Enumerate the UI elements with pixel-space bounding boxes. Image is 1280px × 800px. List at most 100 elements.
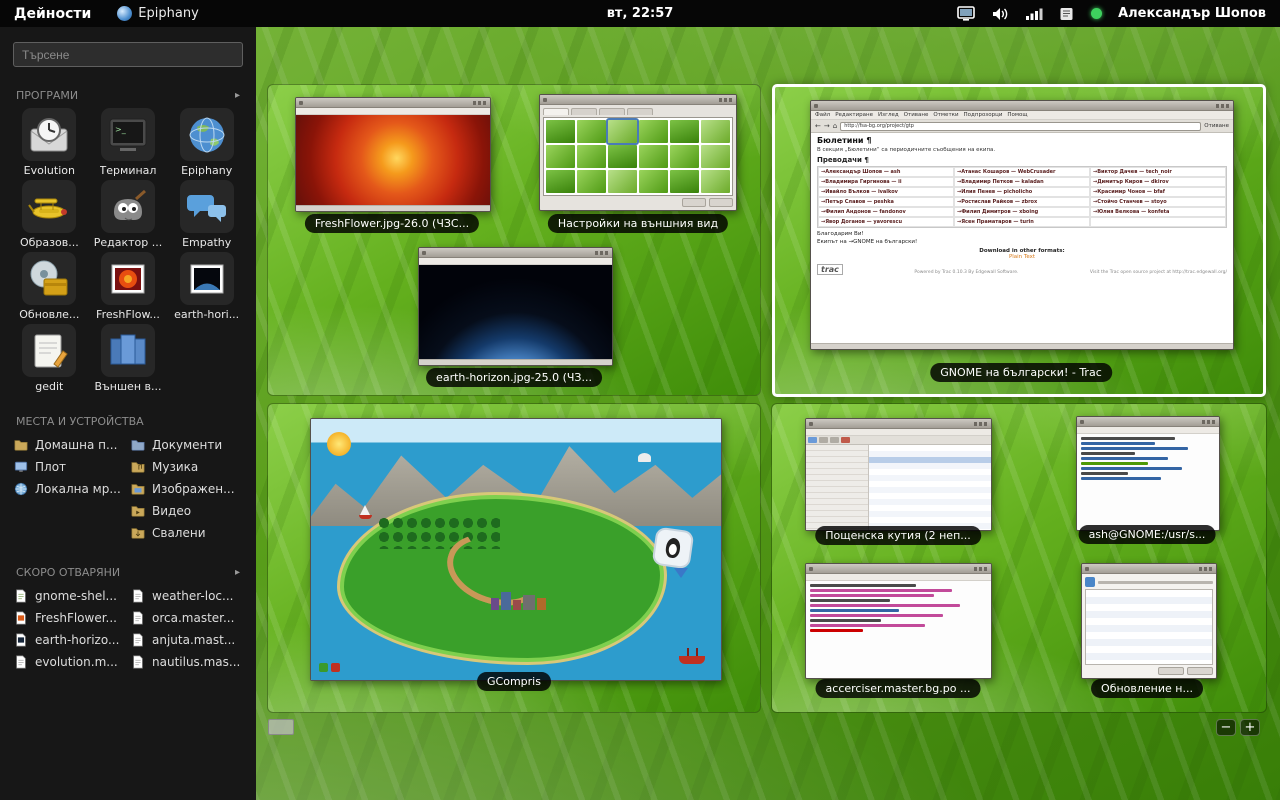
window-caption[interactable]: accerciser.master.bg.po ... <box>816 679 981 698</box>
place-desktop[interactable]: Плот <box>14 456 125 478</box>
window-caption[interactable]: Настройки на външния вид <box>548 214 728 233</box>
penguin-icon <box>665 537 682 559</box>
app-appearance[interactable]: Външен в... <box>89 324 168 393</box>
app-gcompris[interactable]: Образов... <box>10 180 89 249</box>
app-label: earth-hori... <box>174 308 239 321</box>
programs-expand-icon[interactable]: ▸ <box>235 90 240 101</box>
window-terminal[interactable] <box>1076 416 1220 531</box>
app-gimp[interactable]: Редактор ... <box>89 180 168 249</box>
update-icon <box>1085 577 1095 587</box>
recent-earth-horizon[interactable]: earth-horizo... <box>14 629 125 651</box>
recent-anjuta-master[interactable]: anjuta.mast... <box>131 629 242 651</box>
window-titlebar <box>419 248 612 258</box>
app-epiphany[interactable]: Epiphany <box>167 108 246 177</box>
app-freshflower-image[interactable]: FreshFlow... <box>89 252 168 321</box>
window-menubar <box>419 258 612 265</box>
app-label: gedit <box>35 380 63 393</box>
workspace-3[interactable]: GCompris <box>268 404 760 712</box>
app-empathy[interactable]: Empathy <box>167 180 246 249</box>
plain-text-link[interactable]: Plain Text <box>1009 254 1035 260</box>
address-bar[interactable]: http://fsa-bg.org/project/gtp <box>840 122 1201 131</box>
window-caption[interactable]: GCompris <box>477 672 551 691</box>
status-area: Александър Шопов <box>957 6 1280 22</box>
home-icon[interactable]: ⌂ <box>833 123 837 130</box>
image-file-icon <box>14 633 28 647</box>
search-input[interactable] <box>13 42 243 67</box>
po-file-text <box>806 581 991 678</box>
place-downloads[interactable]: Свалени <box>131 522 242 544</box>
clock[interactable]: вт, 22:57 <box>607 6 674 21</box>
window-titlebar <box>1082 564 1216 574</box>
place-local-network[interactable]: Локална мр... <box>14 478 125 500</box>
gnome-shell-overview: { "topbar": { "activities": "Дейности", … <box>0 0 1280 800</box>
trac-footer: trac Powered by Trac 0.10.3 By Edgewall … <box>817 264 1227 275</box>
app-terminal[interactable]: >_ Терминал <box>89 108 168 177</box>
wallpaper-thumbnails <box>543 117 733 196</box>
window-caption[interactable]: Пощенска кутия (2 неп... <box>815 526 981 545</box>
remove-workspace-button[interactable]: − <box>1216 719 1236 736</box>
window-statusbar <box>296 205 490 211</box>
display-icon[interactable] <box>957 6 975 22</box>
workspace-1[interactable]: FreshFlower.jpg-26.0 (ЧЗС... Настройки н… <box>268 85 760 395</box>
app-evolution[interactable]: Evolution <box>10 108 89 177</box>
recent-gnome-shell[interactable]: gnome-shel... <box>14 585 125 607</box>
activities-button[interactable]: Дейности <box>0 0 105 27</box>
town-buildings <box>491 563 573 610</box>
window-freshflower[interactable] <box>295 97 491 212</box>
penguin-badge[interactable] <box>652 526 695 569</box>
place-home[interactable]: Домашна п... <box>14 434 125 456</box>
places-list: Домашна п... Плот Локална мр... Документ… <box>0 434 256 544</box>
recent-section-header: СКОРО ОТВАРЯНИ ▸ <box>16 566 240 579</box>
place-videos[interactable]: Видео <box>131 500 242 522</box>
app-menu[interactable]: Epiphany <box>105 6 210 21</box>
system-tray-icon[interactable] <box>1059 7 1075 21</box>
window-mail[interactable] <box>805 418 992 531</box>
app-label: Терминал <box>100 164 157 177</box>
go-button[interactable]: Отиване <box>1204 123 1229 129</box>
home-folder-icon <box>14 438 28 452</box>
volume-icon[interactable] <box>991 6 1009 22</box>
app-updates[interactable]: Обновле... <box>10 252 89 321</box>
workspace-indicator[interactable] <box>268 719 294 735</box>
recent-nautilus-master[interactable]: nautilus.mas... <box>131 651 242 673</box>
place-music[interactable]: Музика <box>131 456 242 478</box>
translators-table: →Александър Шопов — ash →Атанас Кошаров … <box>817 166 1227 228</box>
back-icon[interactable]: ← <box>815 123 821 130</box>
forward-icon[interactable]: → <box>824 123 830 130</box>
freshflower-thumbnail-icon <box>101 252 155 305</box>
window-earth-horizon[interactable] <box>418 247 613 366</box>
recent-freshflower[interactable]: FreshFlower... <box>14 607 125 629</box>
app-gedit[interactable]: gedit <box>10 324 89 393</box>
recent-expand-icon[interactable]: ▸ <box>235 567 240 578</box>
recent-orca-master[interactable]: orca.master... <box>131 607 242 629</box>
workspace-2-active[interactable]: ФайлРедактиранеИзглед ОтиванеОтметкиПодп… <box>772 84 1266 397</box>
window-caption[interactable]: FreshFlower.jpg-26.0 (ЧЗС... <box>305 214 479 233</box>
window-caption[interactable]: ash@GNOME:/usr/s... <box>1079 525 1216 544</box>
window-caption[interactable]: earth-horizon.jpg-25.0 (ЧЗ... <box>426 368 602 387</box>
window-gcompris[interactable] <box>310 418 722 681</box>
recent-evolution[interactable]: evolution.m... <box>14 651 125 673</box>
place-documents[interactable]: Документи <box>131 434 242 456</box>
satellite-dish <box>638 453 651 462</box>
window-caption[interactable]: GNOME на български! - Trac <box>930 363 1112 382</box>
window-titlebar <box>540 95 736 105</box>
corner-buttons[interactable] <box>319 663 340 672</box>
recent-weather-loc[interactable]: weather-loc... <box>131 585 242 607</box>
place-pictures[interactable]: Изображен... <box>131 478 242 500</box>
app-earth-image[interactable]: earth-hori... <box>167 252 246 321</box>
trac-heading-translators: Преводачи ¶ <box>817 156 1227 164</box>
workspace-4[interactable]: Пощенска кутия (2 неп... ash@GNOME:/usr/… <box>772 404 1266 712</box>
update-buttons[interactable] <box>1085 667 1213 675</box>
network-signal-icon[interactable] <box>1025 7 1043 21</box>
window-accerciser-po[interactable] <box>805 563 992 679</box>
update-list <box>1085 589 1213 665</box>
window-titlebar <box>806 564 991 574</box>
window-caption[interactable]: Обновление н... <box>1091 679 1203 698</box>
window-trac-browser[interactable]: ФайлРедактиранеИзглед ОтиванеОтметкиПодп… <box>810 100 1234 350</box>
window-appearance-settings[interactable] <box>539 94 737 211</box>
user-menu[interactable]: Александър Шопов <box>1118 6 1266 21</box>
document-icon <box>14 589 28 603</box>
pictures-folder-icon <box>131 482 145 496</box>
add-workspace-button[interactable]: + <box>1240 719 1260 736</box>
window-update-manager[interactable] <box>1081 563 1217 679</box>
